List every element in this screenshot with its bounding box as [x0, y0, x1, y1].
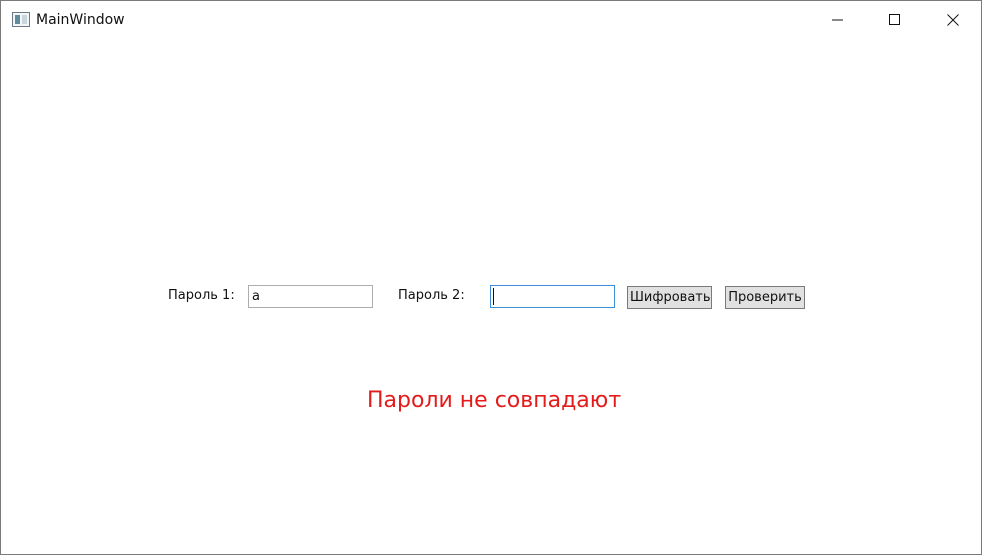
- close-button[interactable]: [930, 1, 976, 39]
- status-message: Пароли не совпадают: [367, 388, 622, 413]
- password2-label: Пароль 2:: [398, 288, 465, 303]
- minimize-icon: [832, 19, 843, 21]
- maximize-button[interactable]: [872, 1, 918, 39]
- password1-label: Пароль 1:: [168, 288, 235, 303]
- text-caret: [493, 288, 494, 305]
- window-title: MainWindow: [36, 12, 125, 28]
- minimize-button[interactable]: [815, 1, 861, 39]
- encrypt-button[interactable]: Шифровать: [627, 286, 712, 309]
- title-bar[interactable]: MainWindow: [1, 1, 981, 39]
- app-window-icon: [12, 12, 30, 27]
- main-window: MainWindow Пароль 1: Пароль 2: Шифровать…: [0, 0, 982, 555]
- check-button[interactable]: Проверить: [725, 286, 805, 309]
- maximize-icon: [889, 14, 900, 25]
- close-icon: [947, 14, 959, 26]
- password1-input[interactable]: [248, 285, 373, 308]
- password2-input[interactable]: [490, 285, 615, 308]
